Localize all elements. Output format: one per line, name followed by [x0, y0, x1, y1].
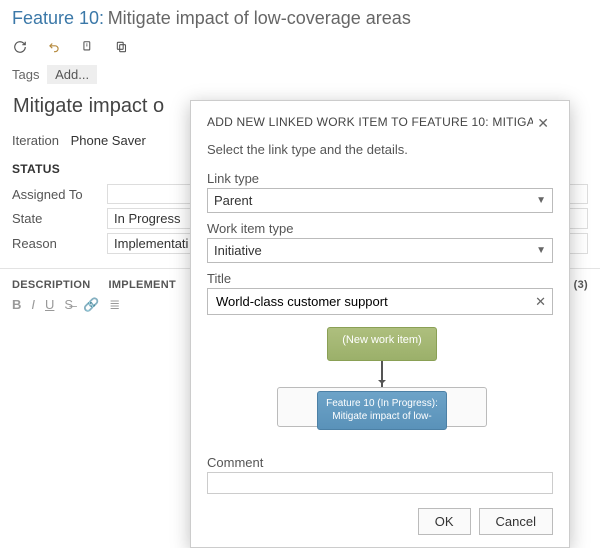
- cancel-button[interactable]: Cancel: [479, 508, 553, 535]
- assigned-to-label: Assigned To: [12, 187, 107, 202]
- main-toolbar: [0, 33, 600, 61]
- ok-button[interactable]: OK: [418, 508, 471, 535]
- underline-icon[interactable]: U: [45, 297, 54, 313]
- reason-label: Reason: [12, 236, 107, 251]
- tab-description[interactable]: DESCRIPTION: [12, 279, 90, 291]
- work-item-type-label: Work item type: [207, 221, 553, 236]
- add-linked-item-dialog: ADD NEW LINKED WORK ITEM TO FEATURE 10: …: [190, 100, 570, 548]
- italic-icon[interactable]: I: [31, 297, 35, 313]
- work-item-type-dropdown[interactable]: Initiative ▼: [207, 238, 553, 263]
- dialog-intro: Select the link type and the details.: [207, 142, 553, 157]
- tags-label: Tags: [12, 67, 39, 82]
- state-label: State: [12, 211, 107, 226]
- chevron-down-icon: ▼: [536, 245, 546, 256]
- link-type-label: Link type: [207, 171, 553, 186]
- refresh-icon[interactable]: [10, 37, 30, 57]
- work-item-type-value: Initiative: [214, 243, 262, 258]
- strike-icon[interactable]: S̶: [64, 297, 73, 313]
- chevron-down-icon: ▼: [536, 195, 546, 206]
- comment-input[interactable]: [207, 472, 553, 494]
- list-icon[interactable]: ≣: [109, 297, 120, 313]
- clear-icon[interactable]: ✕: [535, 294, 546, 310]
- undo-icon[interactable]: [44, 37, 64, 57]
- relationship-diagram: (New work item) Feature 10 (In Progress)…: [207, 327, 553, 447]
- page-header: Feature 10: Mitigate impact of low-cover…: [0, 0, 600, 33]
- title-input-wrapper: ✕: [207, 288, 553, 315]
- link-icon[interactable]: 🔗: [83, 297, 99, 313]
- copy-icon[interactable]: [112, 37, 132, 57]
- tab-implementation[interactable]: IMPLEMENT: [108, 279, 175, 291]
- feature-box: Feature 10 (In Progress): Mitigate impac…: [317, 391, 447, 430]
- feature-id: Feature 10:: [12, 8, 104, 28]
- iteration-value[interactable]: Phone Saver: [71, 133, 146, 148]
- add-tag-button[interactable]: Add...: [47, 65, 97, 84]
- title-label: Title: [207, 271, 553, 286]
- bold-icon[interactable]: B: [12, 297, 21, 313]
- arrow-down-icon: [381, 361, 383, 387]
- attach-icon[interactable]: [78, 37, 98, 57]
- comment-label: Comment: [207, 455, 553, 470]
- link-type-dropdown[interactable]: Parent ▼: [207, 188, 553, 213]
- new-item-box: (New work item): [327, 327, 437, 361]
- iteration-label: Iteration: [12, 133, 59, 148]
- title-input[interactable]: [214, 293, 535, 310]
- dialog-title: ADD NEW LINKED WORK ITEM TO FEATURE 10: …: [207, 115, 533, 129]
- close-icon[interactable]: ✕: [533, 115, 553, 132]
- feature-title: Mitigate impact of low-coverage areas: [108, 8, 411, 28]
- tags-row: Tags Add...: [0, 61, 600, 88]
- link-type-value: Parent: [214, 193, 252, 208]
